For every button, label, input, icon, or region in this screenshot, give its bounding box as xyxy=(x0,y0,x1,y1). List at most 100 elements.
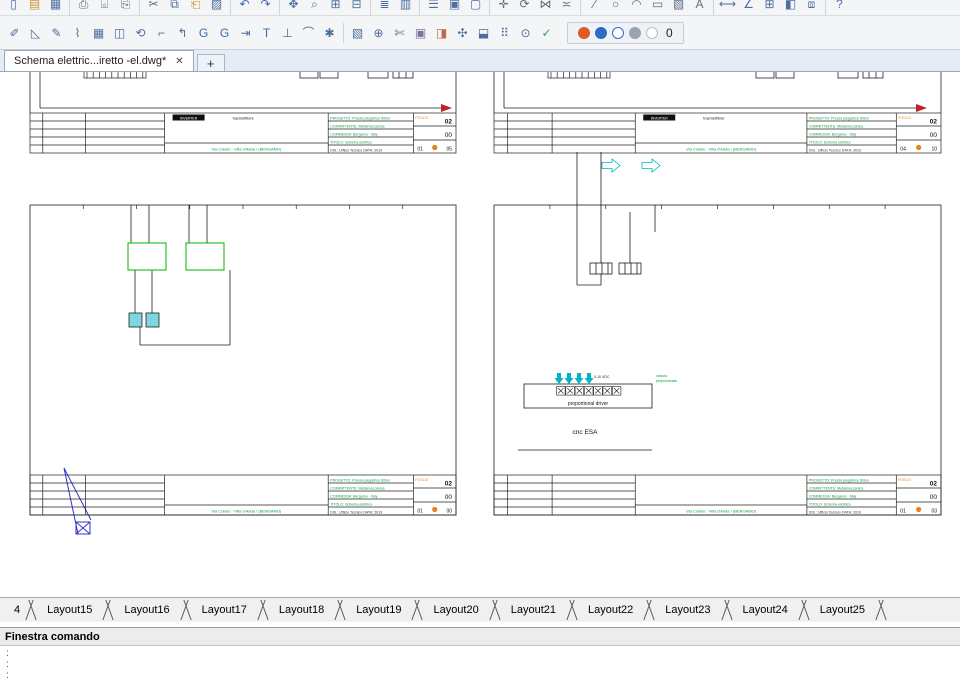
camera-icon[interactable]: ⬓ xyxy=(473,22,494,43)
ucs-world-icon[interactable]: G xyxy=(193,22,214,43)
sketch-icon[interactable]: ✎ xyxy=(46,22,67,43)
redo-icon[interactable]: ↷ xyxy=(255,0,276,15)
layout-tab-Layout15[interactable]: Layout15 xyxy=(38,598,101,622)
design-center-icon[interactable]: ▣ xyxy=(444,0,465,15)
close-tab-icon[interactable]: ✕ xyxy=(175,56,183,67)
snap-mode-icon[interactable]: ◫ xyxy=(109,22,130,43)
layer-color-blue[interactable] xyxy=(595,26,607,39)
table-icon[interactable]: ⊞ xyxy=(759,0,780,15)
signal-arrow-icon xyxy=(554,373,564,384)
ucs-previous-icon[interactable]: ↰ xyxy=(172,22,193,43)
pan-icon[interactable]: ✥ xyxy=(283,0,304,15)
zoom-window-icon[interactable]: ⊞ xyxy=(325,0,346,15)
layout-tab-separator xyxy=(410,598,424,622)
ucs-icon[interactable]: ⌐ xyxy=(151,22,172,43)
layout-tab-Layout22[interactable]: Layout22 xyxy=(579,598,642,622)
zoom-realtime-icon[interactable]: ⌕ xyxy=(304,0,325,15)
layout-tab-Layout21[interactable]: Layout21 xyxy=(502,598,565,622)
render-icon[interactable]: ▣ xyxy=(410,22,431,43)
layout-tab-Layout25[interactable]: Layout25 xyxy=(811,598,874,622)
xref-icon[interactable]: ⧈ xyxy=(801,0,822,15)
layer-color-blue-outline[interactable] xyxy=(612,26,624,39)
save-icon[interactable]: ▦ xyxy=(45,0,66,15)
svg-text:05: 05 xyxy=(446,147,452,153)
rotate-icon[interactable]: ⟳ xyxy=(514,0,535,15)
lights-icon[interactable]: ✣ xyxy=(452,22,473,43)
line-icon[interactable]: ∕ xyxy=(584,0,605,15)
attach-icon[interactable]: ⊕ xyxy=(368,22,389,43)
mirror-icon[interactable]: ⋈ xyxy=(535,0,556,15)
perpendicular-icon[interactable]: ⊥ xyxy=(277,22,298,43)
rectangle-icon[interactable]: ▭ xyxy=(647,0,668,15)
properties-icon[interactable]: ☰ xyxy=(423,0,444,15)
hatch-icon[interactable]: ▧ xyxy=(668,0,689,15)
motion-icon[interactable]: ⠿ xyxy=(494,22,515,43)
match-properties-icon[interactable]: ▨ xyxy=(206,0,227,15)
text-style-icon[interactable]: T xyxy=(256,22,277,43)
offset-icon[interactable]: ≍ xyxy=(556,0,577,15)
region-icon[interactable]: ⌇ xyxy=(67,22,88,43)
layout-tab-Layout23[interactable]: Layout23 xyxy=(656,598,719,622)
continuation-arrow xyxy=(441,104,452,112)
node-icon[interactable]: ✱ xyxy=(319,22,340,43)
bottom-left-sheet xyxy=(29,204,457,516)
ucs-face-icon[interactable]: ⇥ xyxy=(235,22,256,43)
erase-icon[interactable]: ◺ xyxy=(25,22,46,43)
toolbar-separator xyxy=(825,0,826,15)
layout-tab-separator xyxy=(333,598,347,622)
layer-color-orange[interactable] xyxy=(578,26,590,39)
tangent-icon[interactable]: ⌒ xyxy=(298,22,319,43)
publish-icon[interactable]: ⎘ xyxy=(115,0,136,15)
toolbar-separator xyxy=(343,22,344,43)
svg-text:02: 02 xyxy=(930,481,938,488)
dim-angular-icon[interactable]: ∠ xyxy=(738,0,759,15)
copy-clip-icon[interactable]: ⧉ xyxy=(164,0,185,15)
undo-icon[interactable]: ↶ xyxy=(234,0,255,15)
layer-manager-icon[interactable]: ≣ xyxy=(374,0,395,15)
zoom-previous-icon[interactable]: ⊟ xyxy=(346,0,367,15)
clip-icon[interactable]: ✄ xyxy=(389,22,410,43)
text-tool-icon[interactable]: A xyxy=(689,0,710,15)
paste-icon[interactable]: ⎗ xyxy=(185,0,206,15)
plot-icon[interactable]: ⎙ xyxy=(73,0,94,15)
layout-tab-Layout20[interactable]: Layout20 xyxy=(424,598,487,622)
valve-label: valvola xyxy=(656,374,667,378)
tool-palettes-icon[interactable]: ▢ xyxy=(465,0,486,15)
layout-tab-separator xyxy=(24,598,38,622)
svg-text:DIS.: Ufficio Tecnico DATA:: DIS.: Ufficio Tecnico DATA: 2019 xyxy=(330,149,382,153)
grid-display-icon[interactable]: ▦ xyxy=(88,22,109,43)
sun-icon[interactable]: ⊙ xyxy=(515,22,536,43)
layout-tab-Layout16[interactable]: Layout16 xyxy=(115,598,178,622)
block-insert-icon[interactable]: ◧ xyxy=(780,0,801,15)
layout-tab-Layout18[interactable]: Layout18 xyxy=(270,598,333,622)
svg-text:COMMESSA: Bergamo - Italy: COMMESSA: Bergamo - Italy xyxy=(809,495,857,499)
command-input-area[interactable]: ::: xyxy=(0,646,960,682)
select-icon[interactable]: ✐ xyxy=(4,22,25,43)
layout-tab-Layout19[interactable]: Layout19 xyxy=(347,598,410,622)
materials-icon[interactable]: ◨ xyxy=(431,22,452,43)
cut-icon[interactable]: ✂ xyxy=(143,0,164,15)
document-tab[interactable]: Schema elettric...iretto -el.dwg* ✕ xyxy=(4,50,194,71)
check-icon[interactable]: ✓ xyxy=(536,22,557,43)
revcloud-icon[interactable]: ⟲ xyxy=(130,22,151,43)
layer-color-white[interactable] xyxy=(646,26,658,39)
dim-linear-icon[interactable]: ⟷ xyxy=(717,0,738,15)
open-icon[interactable]: ▤ xyxy=(24,0,45,15)
qnew-icon[interactable]: ▯ xyxy=(3,0,24,15)
drawing-canvas[interactable]: 0-10 VDC valvola proporzionale proportio… xyxy=(0,72,960,597)
layout-tab-Layout17[interactable]: Layout17 xyxy=(193,598,256,622)
layer-states-icon[interactable]: ▥ xyxy=(395,0,416,15)
new-tab-button[interactable]: + xyxy=(196,54,225,71)
help-icon[interactable]: ? xyxy=(829,0,850,15)
layout-tab-4[interactable]: 4 xyxy=(0,598,24,622)
command-window-header[interactable]: Finestra comando xyxy=(0,627,960,646)
circle-icon[interactable]: ○ xyxy=(605,0,626,15)
arc-icon[interactable]: ◠ xyxy=(626,0,647,15)
svg-text:COMMESSA: Bergamo - Italy: COMMESSA: Bergamo - Italy xyxy=(809,133,857,137)
layer-lock[interactable] xyxy=(629,26,641,39)
layout-tab-Layout24[interactable]: Layout24 xyxy=(734,598,797,622)
ucs-object-icon[interactable]: G xyxy=(214,22,235,43)
move-icon[interactable]: ✛ xyxy=(493,0,514,15)
edit-block-icon[interactable]: ▧ xyxy=(347,22,368,43)
plot-preview-icon[interactable]: ⌻ xyxy=(94,0,115,15)
